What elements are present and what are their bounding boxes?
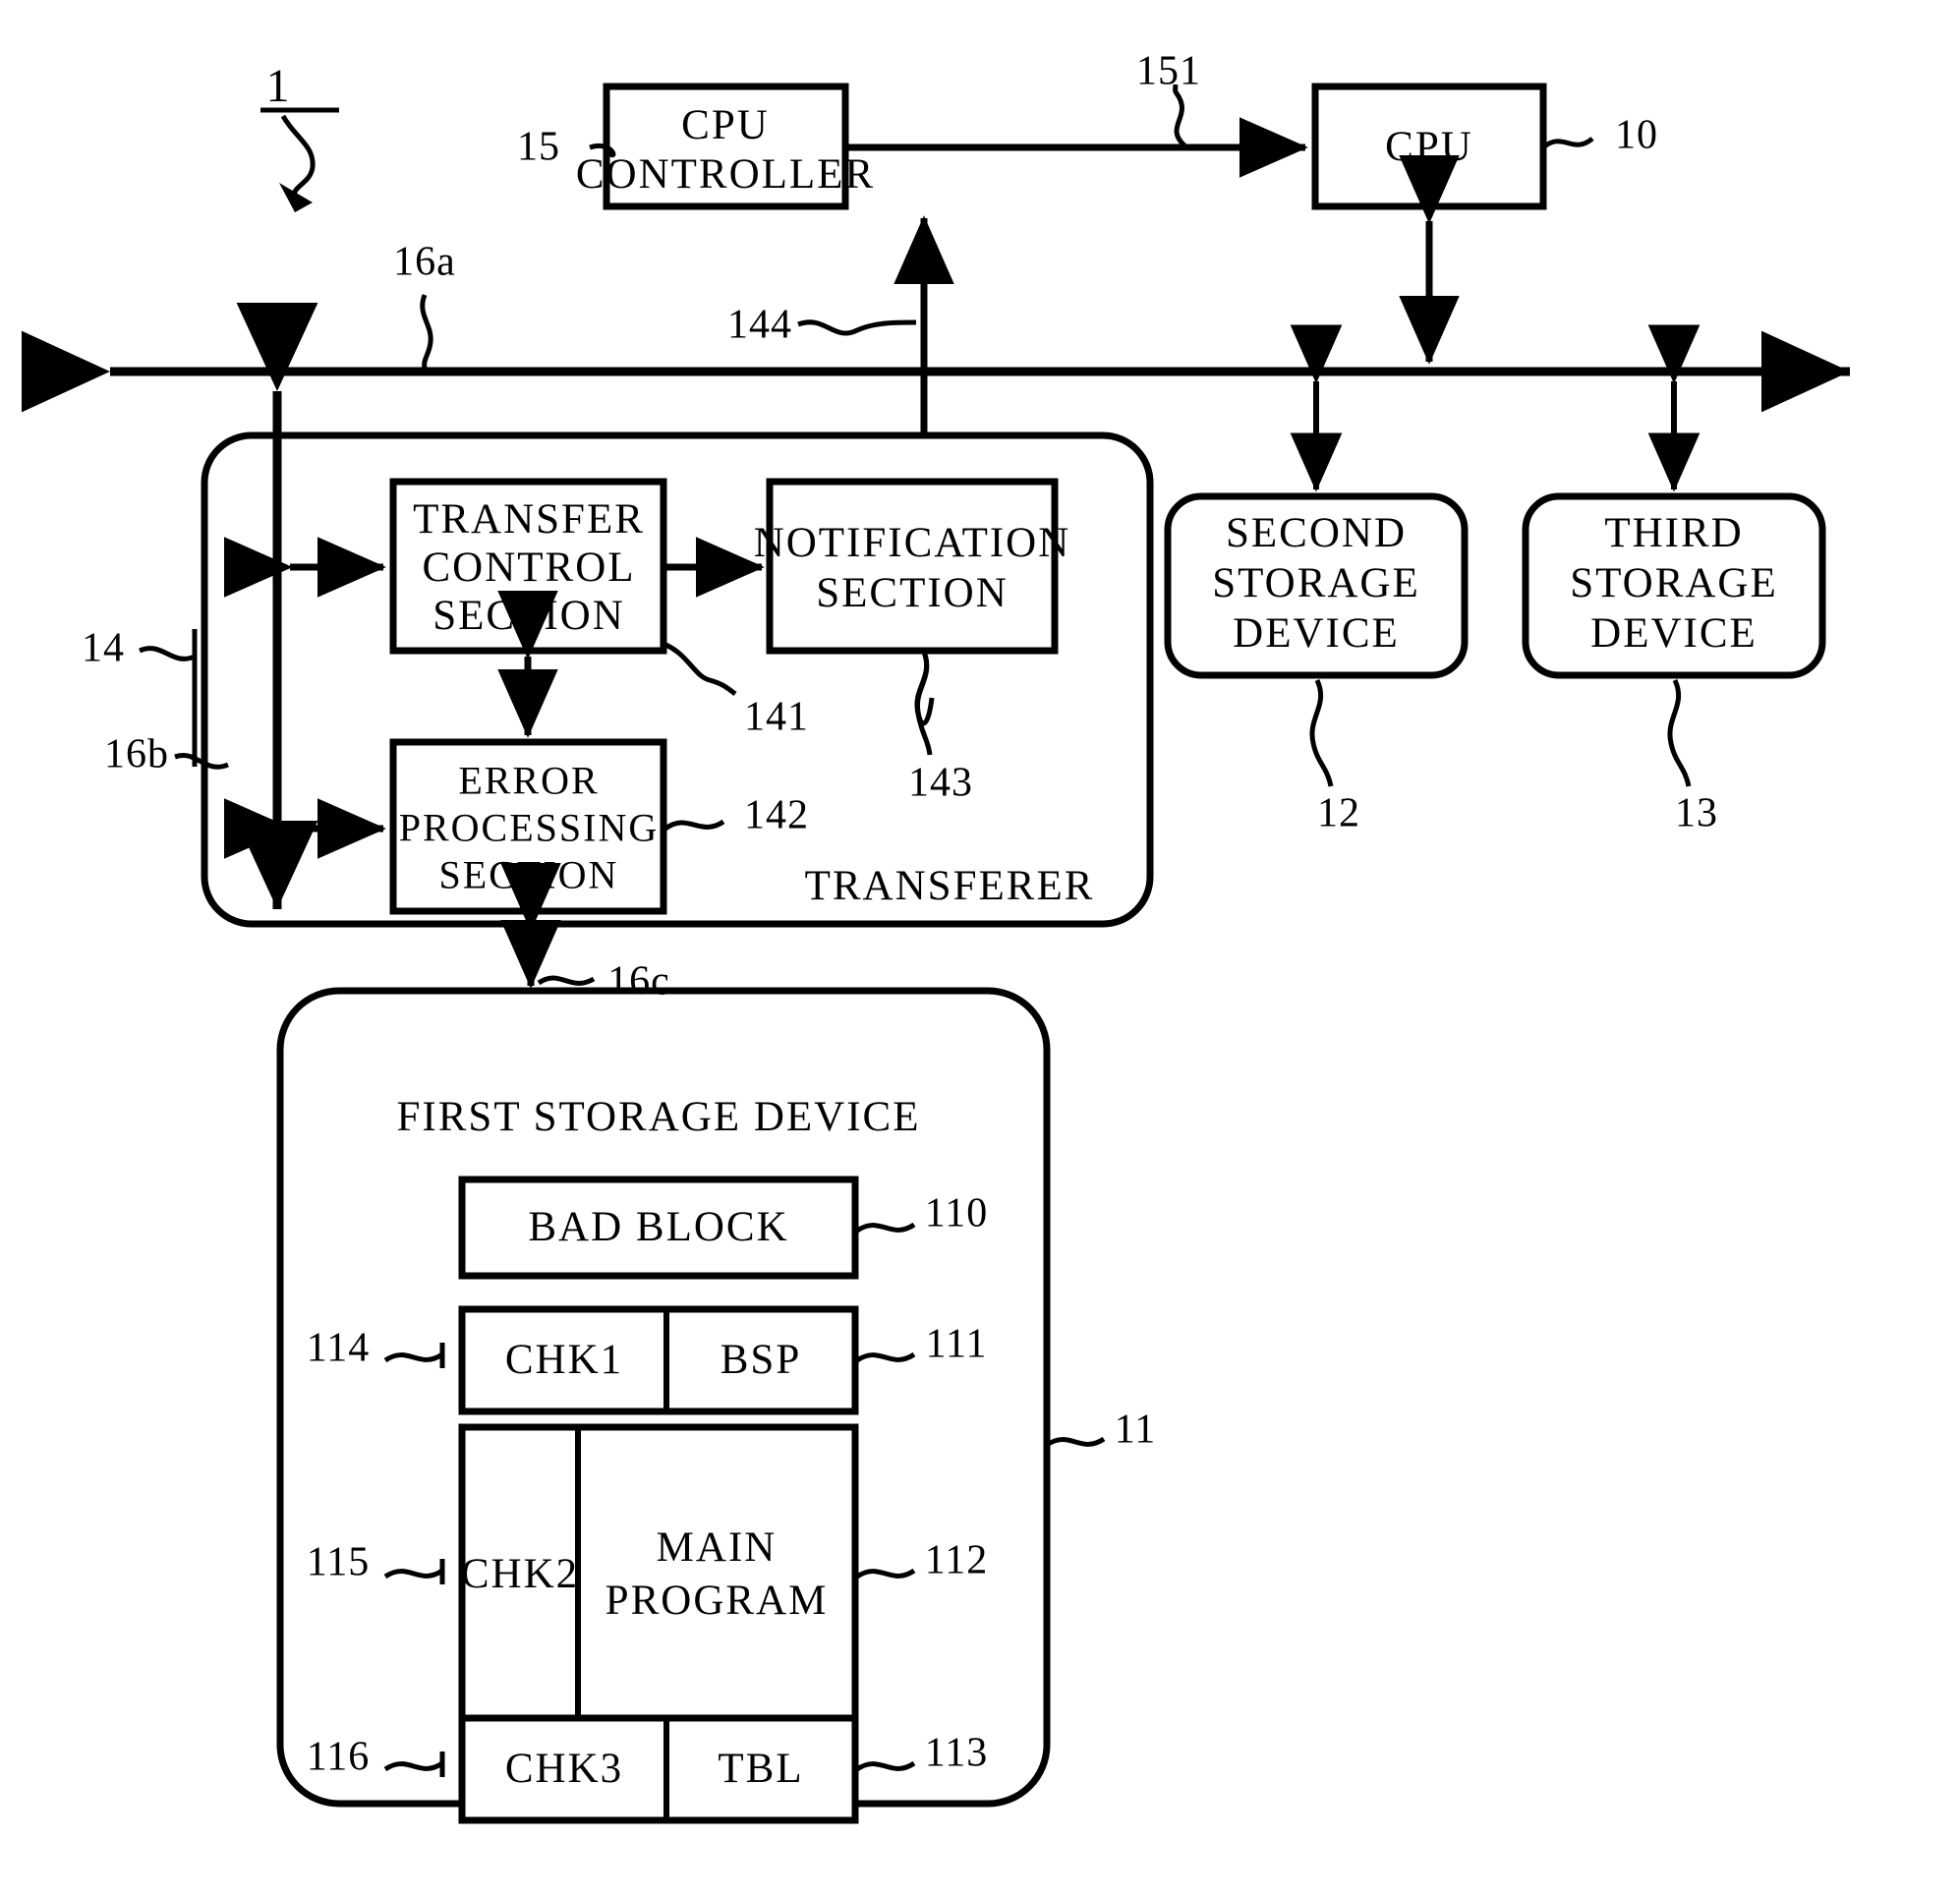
- bad-block-label: BAD BLOCK: [528, 1203, 789, 1250]
- ref-143: 143: [908, 760, 973, 806]
- ref-111: 111: [925, 1321, 988, 1367]
- second-storage-device-line2: STORAGE: [1212, 559, 1420, 606]
- patent-figure-canvas: 1 CPU CONTROLLER 15 CPU 10 151 144 16a 1…: [0, 0, 1960, 1896]
- third-storage-device-line2: STORAGE: [1570, 559, 1778, 606]
- second-storage-device-line3: DEVICE: [1233, 609, 1400, 657]
- ref-116: 116: [306, 1734, 371, 1780]
- diagram-lines-layer: [22, 83, 1850, 1824]
- ref-141: 141: [744, 694, 809, 740]
- ref-113: 113: [924, 1730, 989, 1776]
- ref-144: 144: [727, 302, 792, 348]
- chk1-label: CHK1: [504, 1336, 624, 1383]
- ref-16b: 16b: [104, 731, 169, 777]
- ref-142: 142: [744, 792, 809, 838]
- ref-115: 115: [306, 1539, 371, 1585]
- ref-112: 112: [924, 1537, 989, 1583]
- transfer-control-section-line3: SECTION: [432, 592, 625, 639]
- cpu-controller-label-line2: CONTROLLER: [575, 150, 876, 198]
- ref-15: 15: [517, 124, 560, 170]
- ref-144-leader: [797, 319, 917, 336]
- ref-12-leader: [1309, 678, 1334, 787]
- notification-section-line2: SECTION: [816, 569, 1009, 616]
- main-program-line2: PROGRAM: [605, 1577, 829, 1624]
- ref-14: 14: [82, 625, 125, 671]
- first-storage-device-title: FIRST STORAGE DEVICE: [396, 1093, 921, 1140]
- transfer-control-section-line1: TRANSFER: [413, 495, 645, 543]
- ref-10-leader: [1541, 136, 1594, 150]
- ref-13: 13: [1675, 790, 1718, 836]
- error-processing-section-line3: SECTION: [438, 852, 619, 897]
- notification-section-line1: NOTIFICATION: [753, 519, 1071, 566]
- chk2-label: CHK2: [460, 1550, 580, 1597]
- cpu-controller-label-line1: CPU: [681, 101, 770, 148]
- ref-16c: 16c: [607, 958, 670, 1005]
- transferer-label: TRANSFERER: [804, 862, 1095, 909]
- transfer-control-section-line2: CONTROL: [422, 544, 636, 591]
- error-processing-section-line1: ERROR: [458, 758, 600, 803]
- figure-reference-1: 1: [265, 60, 291, 113]
- third-storage-device-line3: DEVICE: [1590, 609, 1758, 657]
- ref-12: 12: [1317, 790, 1360, 836]
- ref-11: 11: [1114, 1407, 1157, 1453]
- ref-13-leader: [1667, 678, 1692, 787]
- cpu-label: CPU: [1385, 123, 1473, 170]
- ref-16c-leader: [537, 975, 596, 986]
- second-storage-device-line1: SECOND: [1225, 509, 1408, 556]
- bsp-label: BSP: [720, 1336, 802, 1383]
- ref-16a-leader: [420, 294, 433, 369]
- ref-11-leader: [1045, 1436, 1106, 1448]
- ref-10: 10: [1615, 112, 1658, 158]
- figure-ref-leader: [260, 107, 339, 212]
- third-storage-device-line1: THIRD: [1604, 509, 1744, 556]
- ref-14-leader: [139, 646, 196, 661]
- chk3-label: CHK3: [504, 1745, 624, 1792]
- tbl-label: TBL: [718, 1745, 804, 1792]
- error-processing-section-line2: PROCESSING: [398, 805, 660, 850]
- ref-114: 114: [306, 1325, 371, 1371]
- ref-110: 110: [924, 1190, 989, 1236]
- ref-16a: 16a: [393, 239, 456, 285]
- ref-151: 151: [1136, 48, 1201, 94]
- main-program-line1: MAIN: [656, 1523, 778, 1571]
